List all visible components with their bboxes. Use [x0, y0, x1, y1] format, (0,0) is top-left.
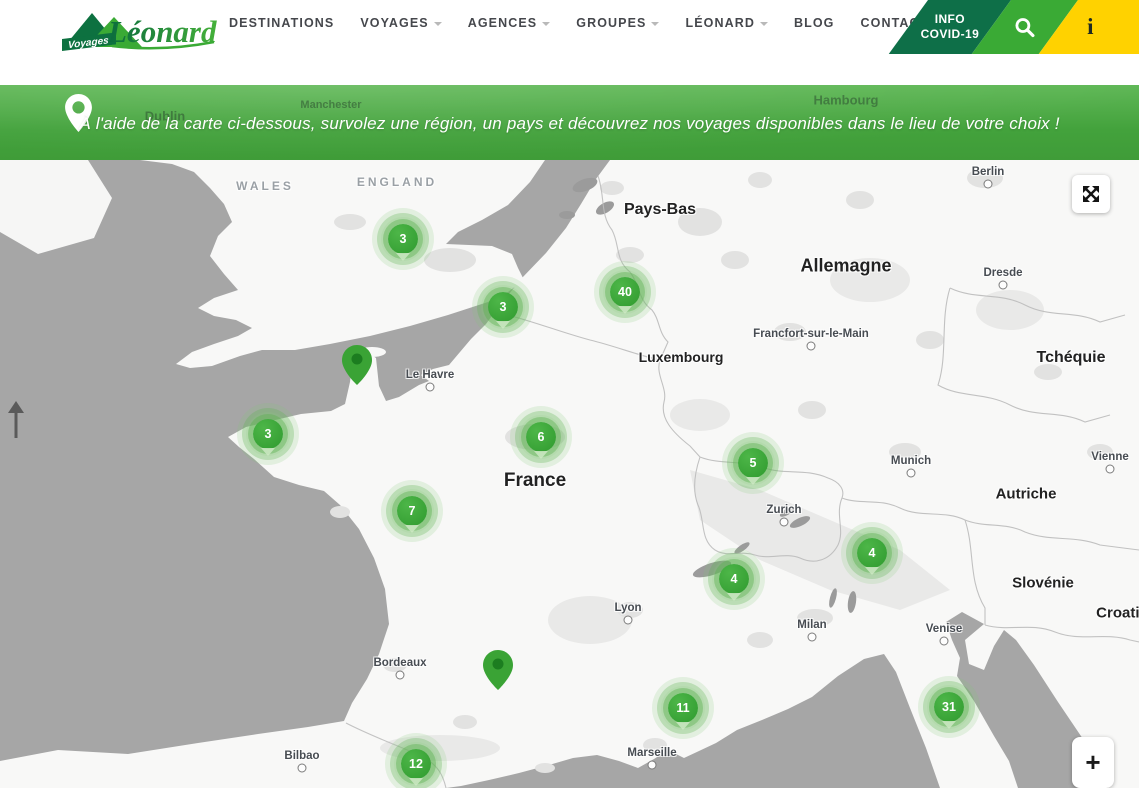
- chevron-down-icon: [434, 22, 442, 26]
- map-country-label: Slovénie: [1012, 575, 1074, 592]
- up-arrow-icon[interactable]: [5, 400, 27, 445]
- map-overlays: WALES ENGLAND Pays-Bas Allemagne Luxembourg T…: [0, 160, 1139, 788]
- map-cluster-marker[interactable]: 3: [488, 292, 518, 322]
- map-intro-banner: DublinManchesterHambourg À l'aide de la …: [0, 85, 1139, 160]
- map-city-label: Marseille: [627, 747, 676, 759]
- cluster-count: 3: [265, 427, 272, 441]
- map-city-dot: [808, 633, 817, 642]
- site-header: Voyages Léonard DESTINATIONS VOYAGES AGE…: [0, 0, 1139, 85]
- cluster-count: 3: [400, 232, 407, 246]
- zoom-in-button[interactable]: +: [1072, 737, 1114, 788]
- chevron-down-icon: [542, 22, 550, 26]
- map-cluster-marker[interactable]: 31: [934, 692, 964, 722]
- map-cluster-marker[interactable]: 4: [857, 538, 887, 568]
- map-city-label: Milan: [797, 619, 826, 631]
- map-cluster-marker[interactable]: 4: [719, 564, 749, 594]
- map-city-label: Le Havre: [406, 369, 455, 381]
- map-country-label: Allemagne: [800, 256, 891, 277]
- cluster-count: 31: [942, 700, 956, 714]
- chevron-down-icon: [651, 22, 659, 26]
- cluster-count: 4: [869, 546, 876, 560]
- search-icon: [1014, 17, 1035, 38]
- ghost-map-label: Hambourg: [814, 93, 879, 108]
- map-cluster-marker[interactable]: 11: [668, 693, 698, 723]
- map-city-label: Munich: [891, 455, 931, 467]
- nav-blog[interactable]: BLOG: [794, 16, 835, 30]
- cluster-count: 3: [500, 300, 507, 314]
- map-country-label: Croatie: [1096, 605, 1139, 622]
- map-city-label: Dresde: [984, 267, 1023, 279]
- map-city-label: Venise: [926, 623, 962, 635]
- banner-text: À l'aide de la carte ci-dessous, survole…: [0, 114, 1139, 134]
- map-city-dot: [940, 637, 949, 646]
- main-nav: DESTINATIONS VOYAGES AGENCES GROUPES LÉO…: [229, 16, 928, 30]
- map-country-label: France: [504, 470, 566, 492]
- map-city-label: Francfort-sur-le-Main: [753, 328, 869, 340]
- map-city-dot: [624, 616, 633, 625]
- nav-destinations[interactable]: DESTINATIONS: [229, 16, 334, 30]
- map-city-label: Berlin: [972, 166, 1005, 178]
- expand-arrows-icon: [1080, 183, 1102, 205]
- ghost-map-label: Manchester: [300, 99, 361, 111]
- map-cluster-marker[interactable]: 3: [388, 224, 418, 254]
- nav-voyages[interactable]: VOYAGES: [360, 16, 441, 30]
- map-pin-marker[interactable]: [483, 650, 513, 695]
- map-city-label: Vienne: [1091, 451, 1129, 463]
- cluster-count: 4: [731, 572, 738, 586]
- map-pin-marker[interactable]: [342, 345, 372, 390]
- map-city-dot: [807, 342, 816, 351]
- map-country-label: Tchéquie: [1036, 349, 1105, 367]
- map-country-label: Luxembourg: [639, 349, 724, 365]
- map-cluster-marker[interactable]: 7: [397, 496, 427, 526]
- map-region-label: ENGLAND: [357, 175, 437, 189]
- map-city-label: Zurich: [766, 504, 801, 516]
- map-city-dot: [426, 383, 435, 392]
- map-region-label: WALES: [236, 179, 294, 193]
- map-city-dot: [648, 761, 657, 770]
- map-cluster-marker[interactable]: 3: [253, 419, 283, 449]
- map-city-dot: [780, 518, 789, 527]
- europe-map[interactable]: WALES ENGLAND Pays-Bas Allemagne Luxembourg T…: [0, 160, 1139, 788]
- chevron-down-icon: [760, 22, 768, 26]
- nav-leonard[interactable]: LÉONARD: [685, 16, 768, 30]
- map-city-dot: [298, 764, 307, 773]
- map-cluster-marker[interactable]: 12: [401, 749, 431, 779]
- map-city-dot: [999, 281, 1008, 290]
- cluster-count: 11: [676, 701, 689, 715]
- cluster-count: 5: [750, 456, 757, 470]
- map-city-dot: [1106, 465, 1115, 474]
- map-country-label: Pays-Bas: [624, 201, 696, 219]
- map-cluster-marker[interactable]: 40: [610, 277, 640, 307]
- map-cluster-marker[interactable]: 5: [738, 448, 768, 478]
- nav-groupes[interactable]: GROUPES: [576, 16, 659, 30]
- nav-agences[interactable]: AGENCES: [468, 16, 551, 30]
- map-country-label: Autriche: [996, 486, 1057, 503]
- map-city-dot: [907, 469, 916, 478]
- map-city-label: Bilbao: [284, 750, 319, 762]
- map-city-label: Bordeaux: [373, 657, 426, 669]
- voyages-leonard-logo[interactable]: Voyages Léonard: [62, 5, 222, 53]
- map-cluster-marker[interactable]: 6: [526, 422, 556, 452]
- info-icon: i: [1058, 14, 1122, 40]
- cluster-count: 7: [409, 504, 416, 518]
- cluster-count: 40: [618, 285, 632, 299]
- map-city-dot: [984, 180, 993, 189]
- map-city-label: Lyon: [614, 602, 641, 614]
- fullscreen-button[interactable]: [1072, 175, 1110, 213]
- map-city-dot: [396, 671, 405, 680]
- cluster-count: 6: [538, 430, 545, 444]
- cluster-count: 12: [409, 757, 423, 771]
